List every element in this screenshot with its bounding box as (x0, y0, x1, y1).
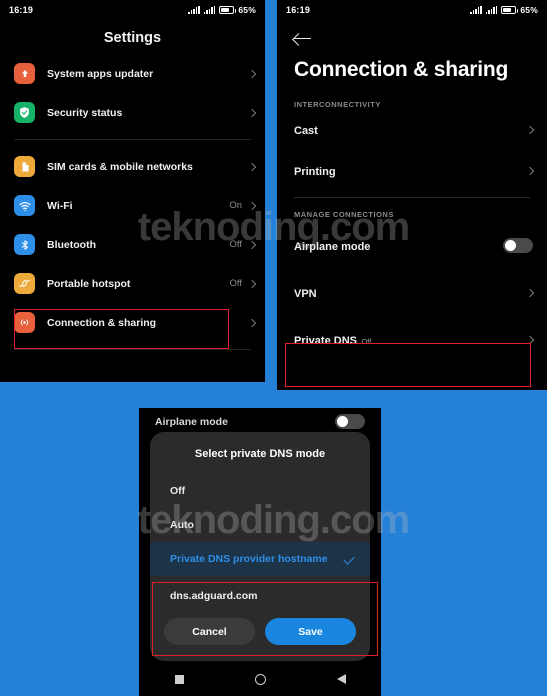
cancel-button[interactable]: Cancel (164, 618, 255, 645)
dns-hostname-input[interactable]: dns.adguard.com (150, 576, 370, 608)
status-bar-indicators: 65% (470, 5, 538, 15)
battery-icon (501, 6, 519, 14)
dns-option-label: Private DNS provider hostname (170, 553, 328, 565)
dns-option-label: Auto (170, 519, 194, 531)
chevron-right-icon (247, 279, 257, 288)
status-bar-time: 16:19 (286, 5, 311, 15)
sidebar-item-label: System apps updater (47, 67, 154, 80)
list-item-label: Airplane mode (294, 240, 371, 253)
bluetooth-icon (14, 234, 35, 255)
signal-bars-icon-1 (470, 6, 482, 14)
list-item-private-dns[interactable]: Private DNS Off (277, 319, 547, 360)
private-dns-dialog-screen: Airplane mode Data usage Select private … (139, 408, 381, 696)
wifi-icon (14, 195, 35, 216)
chevron-right-icon (525, 288, 535, 297)
screenshot-root: 16:19 65% Settings System apps updater S… (0, 0, 547, 696)
dns-option-off[interactable]: Off (150, 474, 370, 508)
airplane-mode-toggle-background (335, 414, 365, 429)
sidebar-item-label: Security status (47, 106, 123, 119)
section-header-manage-connections: MANAGE CONNECTIONS (294, 210, 394, 219)
chevron-right-icon (247, 318, 257, 327)
airplane-mode-toggle[interactable] (503, 238, 533, 253)
chevron-right-icon (247, 240, 257, 249)
section-divider (294, 197, 530, 198)
page-title: Settings (103, 30, 162, 46)
battery-percent: 65% (520, 5, 538, 15)
sidebar-item-sim-cards[interactable]: SIM cards & mobile networks (0, 147, 265, 186)
home-circle-icon[interactable] (254, 673, 266, 685)
connection-sharing-screen: 16:19 65% Connection & sharing INTERCONN… (277, 0, 547, 390)
sidebar-item-connection-sharing[interactable]: Connection & sharing (0, 303, 265, 342)
list-item-label: VPN (294, 287, 317, 300)
list-item-label: Printing (294, 165, 336, 178)
chevron-right-icon (247, 162, 257, 171)
sidebar-item-value: Off (229, 239, 243, 250)
list-item-printing[interactable]: Printing (277, 150, 547, 191)
chevron-right-icon (525, 335, 535, 344)
background-list-item-label: Airplane mode (155, 415, 228, 428)
list-item-label: Cast (294, 124, 318, 137)
select-private-dns-mode-dialog: Select private DNS mode Off Auto Private… (150, 432, 370, 661)
sidebar-item-label: Portable hotspot (47, 277, 131, 290)
sidebar-item-value: Off (229, 278, 243, 289)
sidebar-item-wifi[interactable]: Wi-Fi On (0, 186, 265, 225)
sidebar-item-label: Wi-Fi (47, 199, 73, 212)
page-title: Connection & sharing (294, 58, 509, 81)
settings-screen: 16:19 65% Settings System apps updater S… (0, 0, 265, 382)
status-bar: 16:19 65% (0, 0, 265, 20)
chevron-right-icon (247, 69, 257, 78)
dns-option-provider-hostname[interactable]: Private DNS provider hostname (150, 542, 370, 576)
chevron-right-icon (525, 166, 535, 175)
status-bar-time: 16:19 (9, 5, 34, 15)
signal-bars-icon-2 (203, 6, 216, 14)
recents-square-icon[interactable] (174, 674, 184, 684)
chevron-right-icon (247, 201, 257, 210)
section-header-interconnectivity: INTERCONNECTIVITY (294, 100, 381, 109)
dialog-title: Select private DNS mode (194, 448, 326, 460)
signal-bars-icon-2 (485, 6, 498, 14)
list-divider (14, 139, 251, 140)
sim-card-icon (14, 156, 35, 177)
chevron-right-icon (247, 108, 257, 117)
list-item-sublabel: Off (361, 336, 372, 346)
dialog-actions: Cancel Save (150, 608, 370, 661)
chevron-right-icon (525, 125, 535, 134)
list-item-airplane-mode[interactable]: Airplane mode (277, 225, 547, 266)
sidebar-item-bluetooth[interactable]: Bluetooth Off (0, 225, 265, 264)
status-bar-indicators: 65% (188, 5, 256, 15)
battery-percent: 65% (238, 5, 256, 15)
save-button[interactable]: Save (265, 618, 356, 645)
shield-check-icon (14, 102, 35, 123)
sidebar-item-label: Connection & sharing (47, 316, 157, 329)
list-item-label: Private DNS (294, 334, 357, 347)
sidebar-item-label: SIM cards & mobile networks (47, 160, 193, 173)
check-icon (343, 553, 355, 565)
hotspot-icon (14, 273, 35, 294)
list-item-cast[interactable]: Cast (277, 109, 547, 150)
signal-bars-icon-1 (188, 6, 200, 14)
dns-option-label: Off (170, 485, 186, 497)
list-divider (14, 349, 251, 350)
system-apps-updater-icon (14, 63, 35, 84)
sidebar-item-security-status[interactable]: Security status (0, 93, 265, 132)
background-list-item-airplane-mode: Airplane mode (139, 408, 381, 429)
sidebar-item-value: On (229, 200, 242, 211)
back-arrow-icon[interactable] (294, 32, 312, 46)
status-bar: 16:19 65% (277, 0, 547, 20)
dns-option-auto[interactable]: Auto (150, 508, 370, 542)
sidebar-item-label: Bluetooth (47, 238, 96, 251)
android-navigation-bar (139, 662, 381, 696)
back-triangle-icon[interactable] (336, 674, 346, 684)
sidebar-item-portable-hotspot[interactable]: Portable hotspot Off (0, 264, 265, 303)
battery-icon (219, 6, 237, 14)
connection-sharing-icon (14, 312, 35, 333)
list-item-vpn[interactable]: VPN (277, 272, 547, 313)
sidebar-item-system-apps-updater[interactable]: System apps updater (0, 54, 265, 93)
